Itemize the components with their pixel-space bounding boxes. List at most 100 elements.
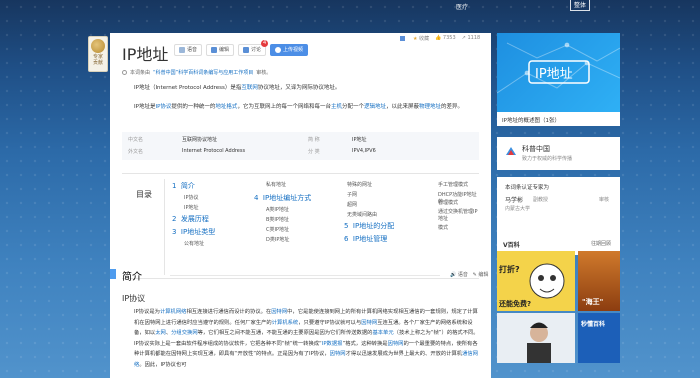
overview-image-label: IP地址 <box>535 67 573 82</box>
toc-divider <box>164 179 165 275</box>
link-host[interactable]: 主机 <box>331 104 342 110</box>
toc-item-management[interactable]: 6 IP地址管理 <box>344 234 387 244</box>
toc-sub-class-d[interactable]: D类IP地址 <box>266 236 289 243</box>
link-ip-protocol[interactable]: IP协议 <box>155 104 171 110</box>
toc-label: IP地址的分配 <box>352 222 395 230</box>
share-icon[interactable] <box>400 35 405 41</box>
link-computer-network[interactable]: 计算机网络 <box>160 309 187 315</box>
toc-sub-cidr[interactable]: 无类域间路由 <box>347 211 377 218</box>
link-internet[interactable]: 因特 <box>361 320 372 326</box>
page-title: IP地址 <box>122 45 169 64</box>
toc-sub-switch-cont: 模式 <box>438 225 449 231</box>
overview-caption[interactable]: IP地址的概述图（1张） <box>497 112 620 126</box>
info-value-chinese-name: 互联网协议地址 <box>182 137 218 143</box>
link-computer-system[interactable]: 计算机系统 <box>272 320 299 326</box>
vbaike-more-link[interactable]: 往期回顾 <box>591 240 611 247</box>
share-arrow-icon: ↗ <box>461 35 466 41</box>
toc-item-history[interactable]: 2 发展历程 <box>172 214 209 224</box>
toc-item-allocation[interactable]: 5 IP地址的分配 <box>344 221 394 231</box>
vbaike-brand: V百科 <box>503 242 520 249</box>
like-button[interactable]: 👍 7353 <box>435 35 456 41</box>
top-navigation: 医疗 整体 <box>0 0 700 14</box>
body-text: ”格式，这种转换是 <box>342 340 388 347</box>
section-edit-button[interactable]: ✎ 编辑 <box>473 272 489 278</box>
toc-sub-public-address[interactable]: 公有地址 <box>184 240 204 247</box>
toc-label: 发展历程 <box>180 215 209 223</box>
note-org-link[interactable]: “科普中国”科学百科词条编写与应用工作项目 <box>153 69 253 76</box>
voice-button[interactable]: 语音 <box>174 44 203 56</box>
info-value-foreign-name: Internet Protocol Address <box>182 148 246 154</box>
toc-sub-switch[interactable]: 通过交换机管理IP 地址 <box>438 208 482 222</box>
video-thumb-2[interactable]: "海王" <box>578 251 620 311</box>
nav-item-medical[interactable]: 医疗 <box>452 1 472 12</box>
note-prefix: 本词条由 <box>130 70 151 76</box>
edit-button[interactable]: 编辑 <box>206 44 235 56</box>
para2-text: 提供的一种统一的 <box>171 104 216 110</box>
link-internet[interactable]: 因特网 <box>388 341 404 347</box>
toc-sub-manual-mode[interactable]: 手工管理模式 <box>438 181 468 188</box>
section-actions: 🔊 语音 ✎ 编辑 <box>450 271 488 278</box>
toc-sub-class-b[interactable]: B类IP地址 <box>266 216 289 223</box>
toc-label: IP地址类型 <box>180 228 216 236</box>
video-thumb-4[interactable]: 秒懂百科 <box>578 313 620 363</box>
upload-video-button[interactable]: 上传视频 <box>270 44 309 56</box>
section-voice-button[interactable]: 🔊 语音 <box>450 272 468 278</box>
body-text: IP协议是为 <box>134 309 160 315</box>
vbaike-header: V百科 往期回顾 <box>497 237 620 249</box>
edit-label: 编辑 <box>219 47 230 53</box>
toc-sub-special-address[interactable]: 特殊的网址 <box>347 181 372 188</box>
kepu-china-card[interactable]: 科普中国 致力于权威的科学传播 <box>497 137 620 170</box>
toc-sub-private-address[interactable]: 私有地址 <box>266 181 286 188</box>
toc-sub-ip-address[interactable]: IP地址 <box>184 204 199 211</box>
summary-paragraph-1: IP地址（Internet Protocol Address）是指互联网协议地址… <box>134 83 482 94</box>
share-count-button[interactable]: ↗ 1118 <box>462 35 481 41</box>
toc-sub-ip-protocol[interactable]: IP协议 <box>184 194 199 201</box>
toc-num: 2 <box>172 215 177 223</box>
link-ip-datagram[interactable]: IP数据报 <box>322 341 343 347</box>
video-thumb-1[interactable]: 打折? 还能免费? <box>497 251 575 311</box>
section-voice-label: 语音 <box>457 272 468 278</box>
toc-sub-class-c[interactable]: C类IP地址 <box>266 226 289 233</box>
body-text: 等，它们相互之间不能互通，不能互通的主要原因是因为 <box>197 330 331 336</box>
section-accent-bar <box>110 269 116 279</box>
link-address-format[interactable]: 地址格式 <box>215 104 237 110</box>
contribution-label: 贡献 <box>92 60 103 66</box>
expert-contribution-badge[interactable]: 专家 贡献 <box>88 36 108 72</box>
link-ethernet[interactable]: 太网 <box>155 330 166 336</box>
info-value-category[interactable]: IPV4,IPV6 <box>352 148 376 154</box>
link-internet[interactable]: 互联网 <box>241 85 258 91</box>
info-key-short-name: 简 称 <box>308 137 320 143</box>
link-internet[interactable]: 因特网 <box>330 351 346 357</box>
link-basic-unit[interactable]: 基本单元 <box>372 330 393 336</box>
link-packet-switching[interactable]: 分组交换网 <box>171 330 198 336</box>
bookmark-button[interactable]: ★ 收藏 <box>413 35 429 42</box>
toc-sub-subnet[interactable]: 子网 <box>347 191 357 198</box>
nav-item-overall[interactable]: 整体 <box>570 0 591 11</box>
body-text: 中，它是能使连接到网上的所有计算机网络实现相互通信 <box>287 309 420 315</box>
toc-num: 4 <box>254 194 259 202</box>
discuss-button[interactable]: 讨论 4 <box>238 40 269 56</box>
para1-text-end: 协议地址，又译为网际协议地址。 <box>257 85 341 91</box>
link-logical-address[interactable]: 逻辑地址 <box>364 104 386 110</box>
expert-heading: 本词条认证专家为 <box>505 185 550 191</box>
person-photo <box>527 322 551 363</box>
body-paragraph: IP协议是为计算机网络相互连接进行通信而设计的协议。在因特网中，它是能使连接到网… <box>134 307 482 370</box>
expert-name[interactable]: 马学彬 <box>505 195 523 204</box>
toc-label: 简介 <box>180 182 195 190</box>
section-intro-header: 简介 🔊 语音 ✎ 编辑 <box>110 267 491 283</box>
toc-item-addressing[interactable]: 4 IP地址编址方式 <box>254 193 311 203</box>
overview-image[interactable]: IP地址 <box>497 33 620 112</box>
toc-item-types[interactable]: 3 IP地址类型 <box>172 227 215 237</box>
toc-sub-class-a[interactable]: A类IP地址 <box>266 206 289 213</box>
link-physical-address[interactable]: 物理地址 <box>419 104 441 110</box>
toc-sub-supernet[interactable]: 超网 <box>347 201 357 208</box>
video-thumb-3[interactable] <box>497 313 575 363</box>
para2-text: 的差异。 <box>441 104 464 110</box>
section-edit-label: 编辑 <box>478 272 489 278</box>
pencil-icon <box>211 47 218 53</box>
title-toolbar: 语音 编辑 讨论 4 上传视频 <box>174 40 309 56</box>
toc-item-intro[interactable]: 1 简介 <box>172 181 195 191</box>
subsection-title: IP协议 <box>122 294 146 303</box>
upload-label: 上传视频 <box>283 47 304 53</box>
link-internet[interactable]: 因特网 <box>271 309 287 315</box>
